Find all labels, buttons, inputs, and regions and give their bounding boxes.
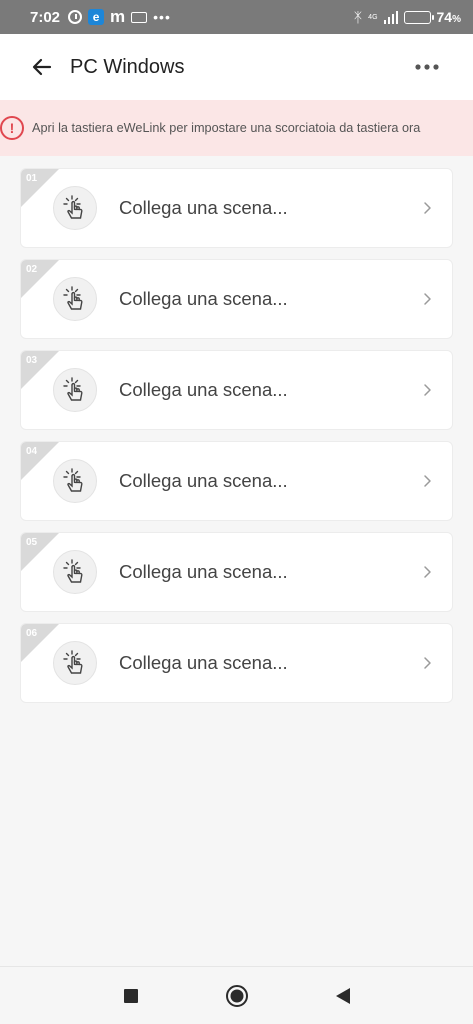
nav-back-button[interactable] [329, 982, 357, 1010]
bluetooth-icon: ᛡ [353, 9, 363, 25]
tap-hand-icon [53, 186, 97, 230]
system-nav-bar [0, 966, 473, 1024]
battery-percent: 74% [436, 9, 461, 25]
signal-icon [383, 10, 398, 24]
tap-hand-icon [53, 641, 97, 685]
shortcut-number: 04 [26, 446, 38, 457]
shortcut-number: 05 [26, 537, 38, 548]
shortcut-number: 06 [26, 628, 38, 639]
home-button[interactable] [223, 982, 251, 1010]
shortcut-number: 01 [26, 173, 38, 184]
network-type: 4G [368, 13, 378, 21]
keyboard-shortcut-banner[interactable]: ! Apri la tastiera eWeLink per impostare… [0, 100, 473, 156]
shortcut-card-06[interactable]: 06 Collega una scena... [20, 623, 453, 703]
app-bar: PC Windows [0, 34, 473, 100]
message-notification-icon [131, 11, 148, 23]
status-bar: 7:02 e m ••• ᛡ 4G 74% [0, 0, 473, 34]
chevron-right-icon [420, 655, 436, 671]
shortcut-card-02[interactable]: 02 Collega una scena... [20, 259, 453, 339]
alarm-icon [68, 10, 83, 24]
circle-home-icon [225, 984, 248, 1007]
battery-icon [403, 10, 434, 24]
more-horizontal-icon [415, 64, 439, 70]
shortcut-label: Collega una scena... [119, 288, 288, 309]
banner-text: Apri la tastiera eWeLink per impostare u… [32, 121, 421, 135]
tap-hand-icon [53, 368, 97, 412]
shortcut-number: 02 [26, 264, 38, 275]
tap-hand-icon [53, 277, 97, 321]
square-icon [123, 988, 138, 1003]
shortcut-label: Collega una scena... [119, 197, 288, 218]
more-notifications-icon: ••• [153, 9, 171, 25]
chevron-right-icon [420, 291, 436, 307]
tap-hand-icon [53, 550, 97, 594]
shortcut-number: 03 [26, 355, 38, 366]
ewelink-notification-icon: e [88, 9, 105, 25]
shortcut-card-04[interactable]: 04 Collega una scena... [20, 441, 453, 521]
shortcut-label: Collega una scena... [119, 470, 288, 491]
triangle-back-icon [335, 987, 350, 1004]
chevron-right-icon [420, 382, 436, 398]
tap-hand-icon [53, 459, 97, 503]
shortcut-card-03[interactable]: 03 Collega una scena... [20, 350, 453, 430]
chevron-right-icon [420, 200, 436, 216]
recent-apps-button[interactable] [117, 982, 145, 1010]
back-button[interactable] [22, 47, 62, 87]
shortcut-card-01[interactable]: 01 Collega una scena... [20, 168, 453, 248]
shortcut-list: 01 Collega una scena... 02 Collega una s… [20, 168, 453, 714]
shortcut-label: Collega una scena... [119, 379, 288, 400]
page-title: PC Windows [70, 55, 185, 78]
shortcut-label: Collega una scena... [119, 561, 288, 582]
shortcut-label: Collega una scena... [119, 652, 288, 673]
status-time: 7:02 [30, 8, 61, 26]
alert-circle-icon: ! [0, 116, 24, 140]
chevron-right-icon [420, 473, 436, 489]
shortcut-card-05[interactable]: 05 Collega una scena... [20, 532, 453, 612]
arrow-left-icon [32, 58, 52, 76]
more-options-button[interactable] [411, 51, 443, 83]
m-notification-icon: m [110, 7, 126, 26]
chevron-right-icon [420, 564, 436, 580]
